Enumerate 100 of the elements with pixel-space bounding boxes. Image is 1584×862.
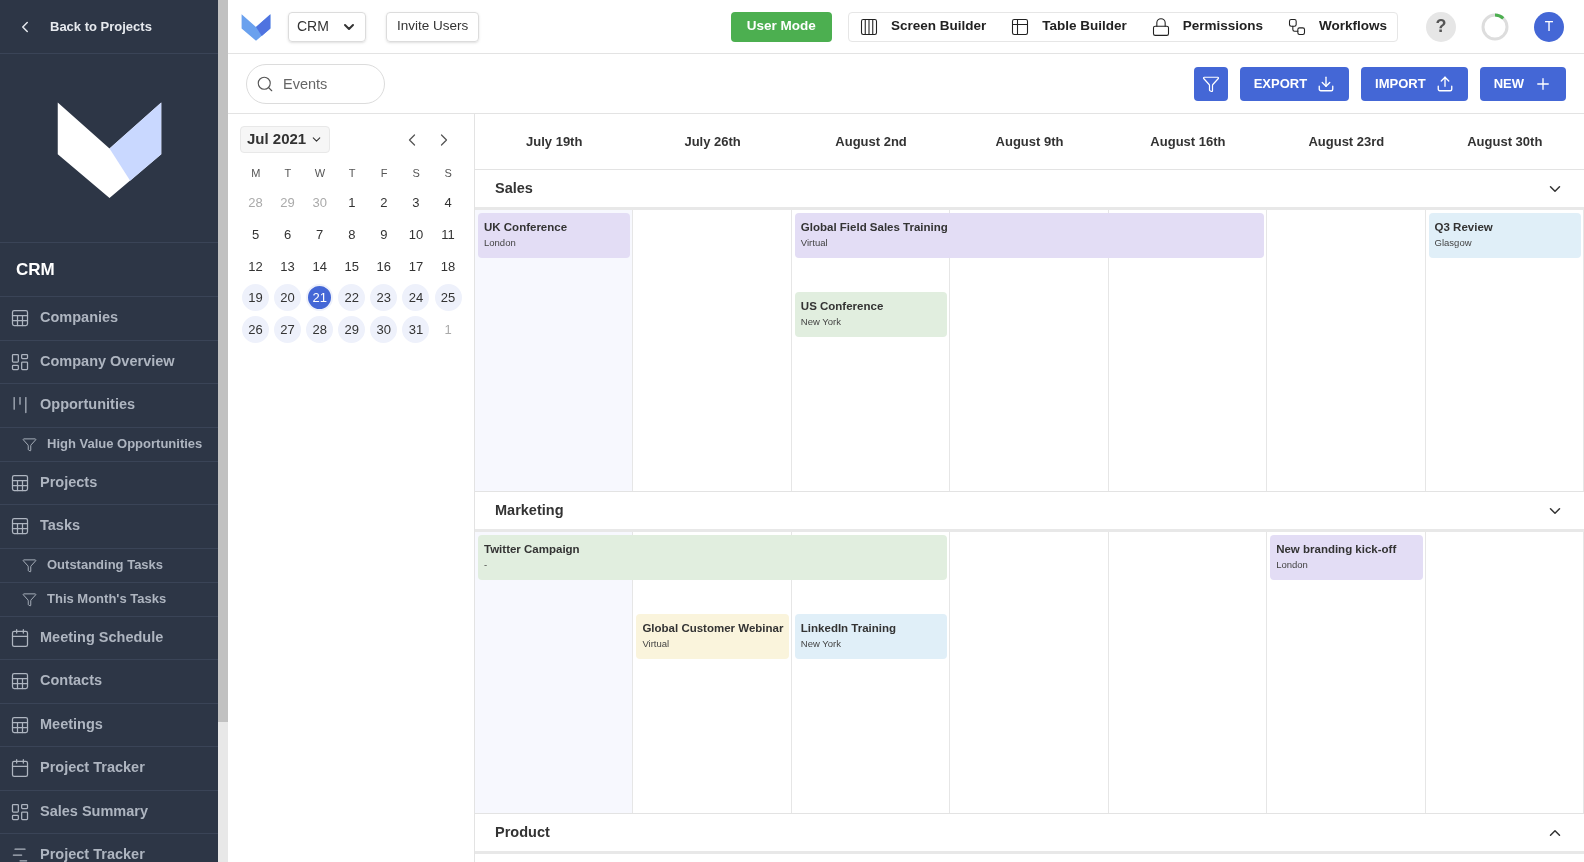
- event-card[interactable]: Twitter Campaign -: [478, 535, 948, 580]
- calendar-day[interactable]: 20: [274, 284, 302, 312]
- export-button[interactable]: EXPORT: [1239, 66, 1350, 101]
- event-title: US Conference: [800, 299, 885, 314]
- calendar-day[interactable]: 9: [370, 221, 398, 249]
- event-card[interactable]: Q3 Review Glasgow: [1428, 213, 1581, 258]
- calendar-day[interactable]: 16: [370, 252, 398, 280]
- event-title: Global Field Sales Training: [800, 220, 949, 235]
- tables-icon: [1010, 16, 1031, 37]
- calendar-day[interactable]: 1: [338, 189, 366, 217]
- user-avatar[interactable]: T: [1534, 11, 1564, 42]
- week-header: August 23rd: [1308, 132, 1385, 151]
- week-header: July 26th: [684, 132, 741, 151]
- calendar-day[interactable]: 19: [242, 284, 269, 312]
- event-card[interactable]: Global Customer Webinar Virtual: [636, 614, 789, 659]
- weekday-label: T: [283, 165, 293, 181]
- group-title: Marketing: [495, 500, 564, 520]
- event-card[interactable]: UK Conference London: [478, 213, 631, 258]
- filter-icon: [22, 591, 37, 607]
- new-button[interactable]: NEW: [1479, 66, 1566, 101]
- event-location: New York: [800, 315, 842, 330]
- scrollbar[interactable]: [218, 0, 228, 862]
- calendar-day[interactable]: 3: [402, 189, 430, 217]
- app-selector[interactable]: CRM: [288, 11, 366, 42]
- toolbar-link[interactable]: Table Builder: [1010, 16, 1127, 37]
- event-title: UK Conference: [484, 220, 569, 235]
- calendar-day[interactable]: 30: [370, 315, 398, 343]
- event-title: Q3 Review: [1434, 220, 1494, 235]
- week-header: August 9th: [995, 132, 1064, 151]
- event-card[interactable]: Global Field Sales Training Virtual: [794, 213, 1265, 258]
- event-location: Virtual: [642, 637, 671, 652]
- weekday-label: M: [250, 165, 262, 181]
- weekday-label: F: [379, 165, 389, 181]
- event-card[interactable]: LinkedIn Training New York: [794, 614, 948, 659]
- filter-icon: [1201, 74, 1220, 93]
- toolbar-link[interactable]: Permissions: [1150, 16, 1263, 37]
- calendar-day[interactable]: 26: [242, 315, 269, 343]
- calendar-day[interactable]: 15: [338, 252, 366, 280]
- filter-button[interactable]: [1193, 66, 1228, 101]
- event-location: London: [1276, 558, 1309, 573]
- weekday-label: T: [347, 165, 357, 181]
- calendar-day[interactable]: 27: [274, 315, 302, 343]
- calendar-day[interactable]: 28: [306, 315, 334, 343]
- calendar-day[interactable]: 7: [306, 221, 334, 249]
- event-location: New York: [800, 637, 842, 652]
- import-button[interactable]: IMPORT: [1361, 66, 1468, 101]
- upload-icon: [1435, 74, 1454, 93]
- calendar-day[interactable]: 11: [434, 221, 462, 249]
- week-header: August 30th: [1467, 132, 1543, 151]
- group-title: Sales: [495, 178, 533, 198]
- group-title: Product: [495, 822, 550, 842]
- help-button[interactable]: ?: [1426, 11, 1456, 42]
- weekday-label: S: [411, 165, 421, 181]
- event-title: LinkedIn Training: [800, 621, 898, 636]
- calendar-day[interactable]: 8: [338, 221, 366, 249]
- event-location: London: [484, 236, 517, 251]
- toolbar-link[interactable]: Workflows: [1287, 16, 1387, 37]
- event-title: New branding kick-off: [1276, 542, 1398, 557]
- flow-icon: [1287, 16, 1307, 37]
- calendar-day[interactable]: 23: [370, 284, 398, 312]
- event-title: Global Customer Webinar: [642, 621, 783, 636]
- app-title: CRM: [16, 258, 55, 281]
- event-card[interactable]: New branding kick-off London: [1270, 535, 1423, 580]
- lock-icon: [1150, 16, 1171, 37]
- event-location: Virtual: [800, 236, 829, 251]
- month-selector[interactable]: Jul 2021: [240, 126, 331, 153]
- calendar-day[interactable]: 21: [306, 284, 334, 312]
- calendar-day[interactable]: 10: [402, 221, 430, 249]
- filter-icon: [22, 557, 37, 573]
- calendar-day[interactable]: 31: [402, 315, 430, 343]
- calendar-day[interactable]: 2: [370, 189, 398, 217]
- event-title: Twitter Campaign: [484, 542, 581, 557]
- calendar-day[interactable]: 25: [434, 284, 462, 312]
- calendar-day[interactable]: 17: [402, 252, 430, 280]
- calendar-day[interactable]: 13: [274, 252, 302, 280]
- calendar-day[interactable]: 24: [402, 284, 430, 312]
- calendar-day[interactable]: 29: [338, 315, 366, 343]
- search-field[interactable]: Events: [246, 63, 385, 104]
- columns-icon: [858, 16, 879, 37]
- download-icon: [1317, 74, 1336, 93]
- weekday-label: W: [313, 165, 327, 181]
- weekday-label: S: [443, 165, 453, 181]
- calendar-day[interactable]: 5: [242, 221, 269, 249]
- calendar-day[interactable]: 14: [306, 252, 334, 280]
- week-header: July 19th: [526, 132, 583, 151]
- calendar-day[interactable]: 6: [274, 221, 302, 249]
- filter-icon: [22, 436, 37, 452]
- week-header: August 16th: [1150, 132, 1226, 151]
- event-location: -: [484, 558, 489, 573]
- calendar-day[interactable]: 22: [338, 284, 366, 312]
- invite-button[interactable]: Invite Users: [385, 11, 480, 42]
- calendar-day[interactable]: 12: [242, 252, 269, 280]
- search-icon: [256, 74, 274, 93]
- toolbar-link[interactable]: Screen Builder: [858, 16, 987, 37]
- progress-ring: [1480, 11, 1510, 42]
- event-card[interactable]: US Conference New York: [794, 292, 948, 337]
- event-location: Glasgow: [1434, 236, 1473, 251]
- calendar-day[interactable]: 18: [434, 252, 462, 280]
- week-header: August 2nd: [835, 132, 907, 151]
- calendar-day[interactable]: 4: [434, 189, 462, 217]
